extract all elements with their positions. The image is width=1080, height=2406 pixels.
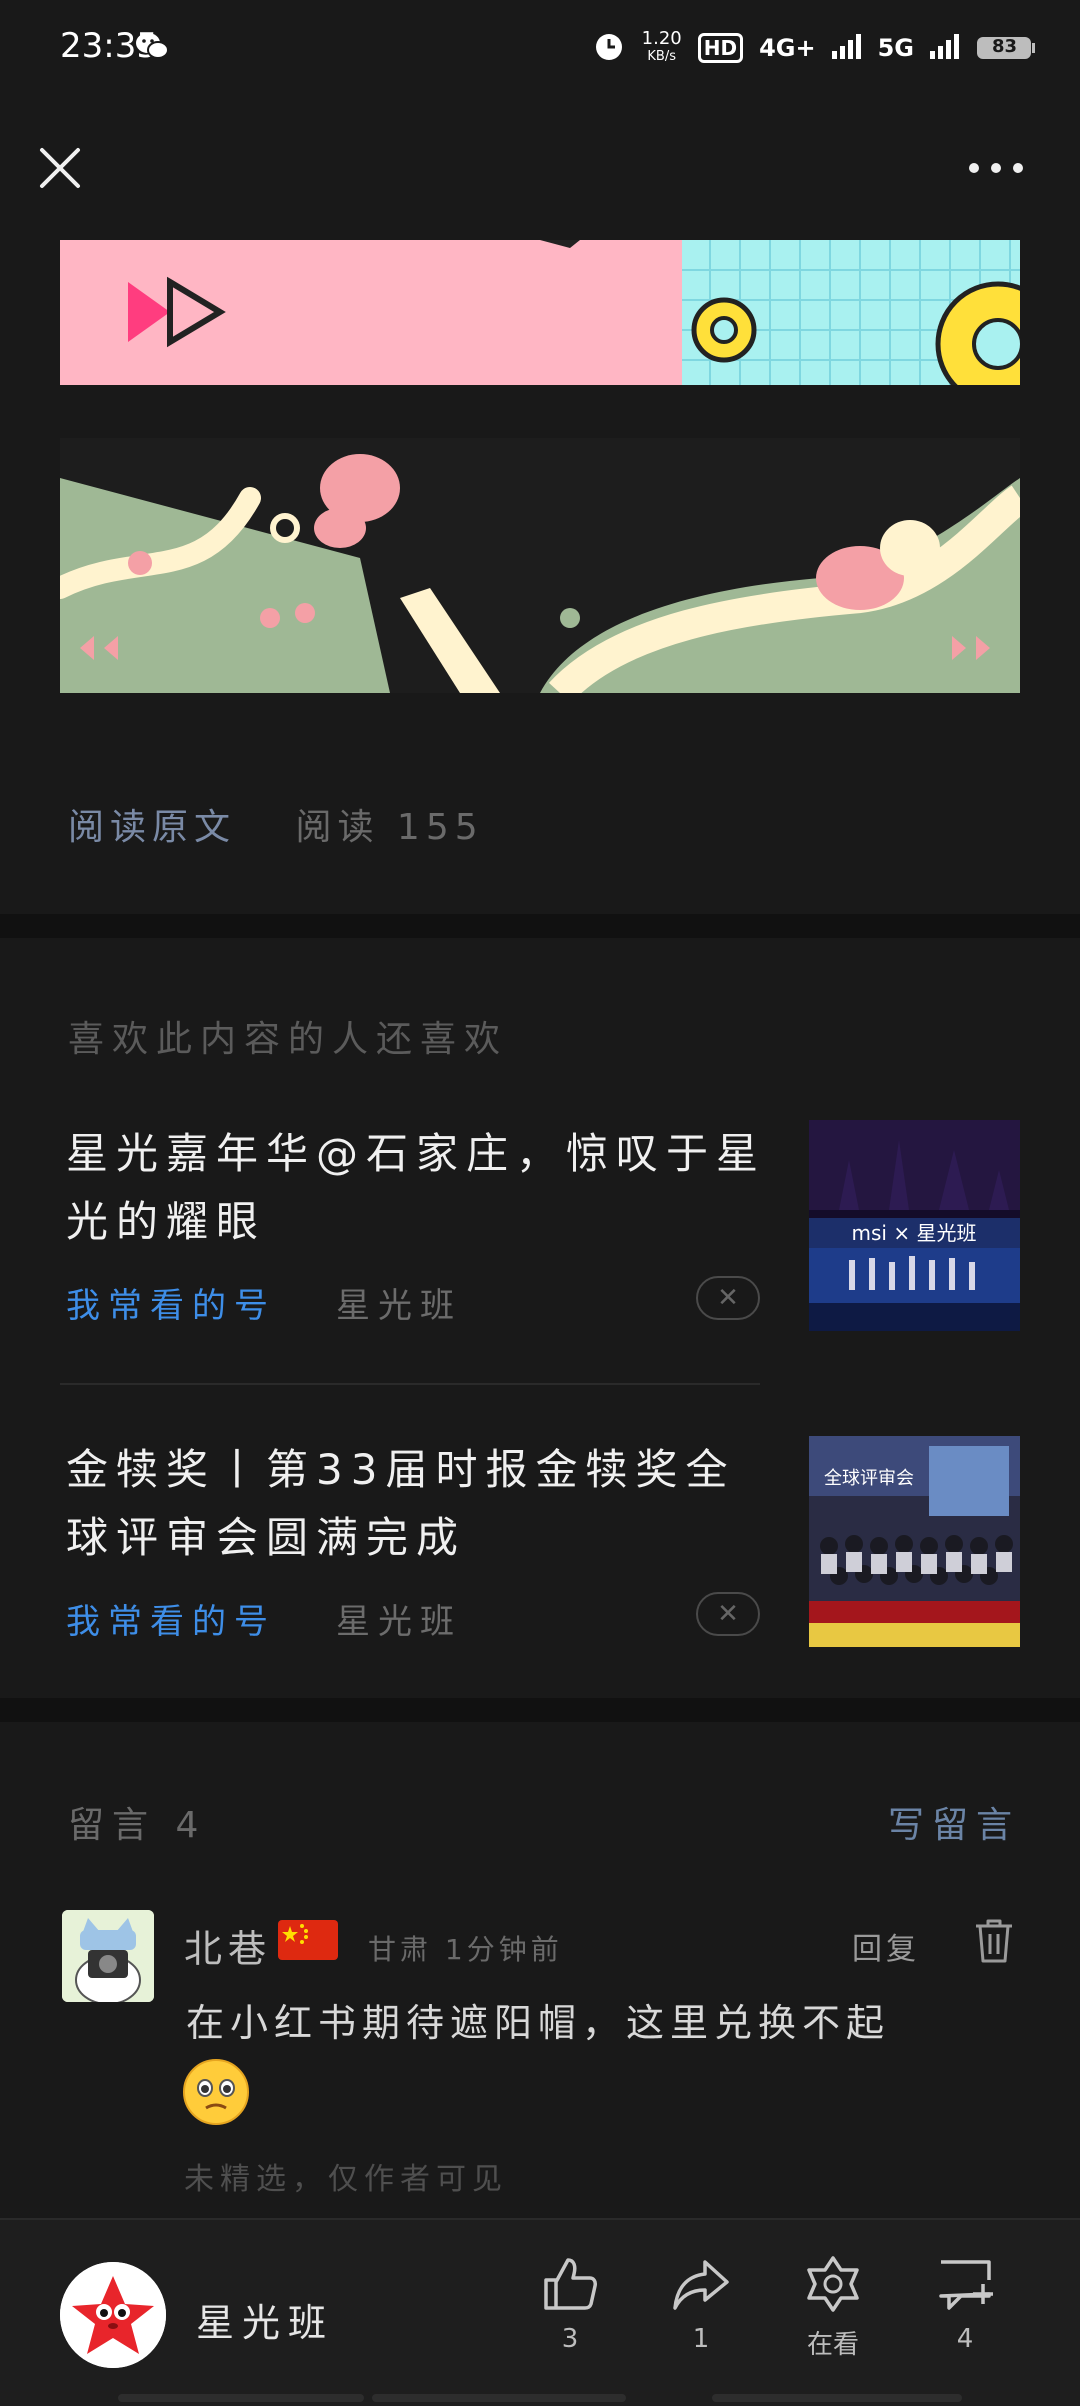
recommend-item-tag: 我常看的号 — [66, 1286, 276, 1326]
network-5g: 5G — [877, 34, 914, 62]
like-count: 3 — [561, 2324, 579, 2354]
china-flag-icon — [278, 1920, 338, 1960]
decorative-banner-top — [60, 240, 1020, 385]
decorative-banner-bottom — [60, 438, 1020, 693]
like-button[interactable]: 3 — [525, 2254, 615, 2354]
recommend-item-thumbnail[interactable]: 全球评审会 — [809, 1436, 1020, 1647]
recommend-title: 喜欢此内容的人还喜欢 — [68, 1019, 509, 1060]
account-name[interactable]: 星光班 — [196, 2292, 334, 2347]
comment-visibility-note: 未精选，仅作者可见 — [184, 2162, 508, 2197]
bottom-indicator — [118, 2394, 364, 2402]
recommend-item-title[interactable]: 星光嘉年华@石家庄，惊叹于星光的耀眼 — [66, 1120, 766, 1256]
account-avatar[interactable] — [60, 2262, 166, 2368]
comment-count: 4 — [956, 2324, 974, 2354]
read-count: 阅读 155 — [295, 807, 484, 848]
status-icons: 1.20 KB/s HD 4G+ 5G 83 — [592, 24, 1036, 72]
commenter-name[interactable]: 北巷 — [184, 1918, 272, 1973]
hd-badge: HD — [697, 33, 744, 63]
close-icon[interactable] — [36, 144, 84, 196]
thumbnail-text: 全球评审会 — [824, 1468, 914, 1489]
recommend-item-thumbnail[interactable]: msi × 星光班 — [809, 1120, 1020, 1331]
recommend-item-source[interactable]: 星光班 — [336, 1594, 462, 1643]
recommend-item[interactable]: 金犊奖丨第33届时报金犊奖全球评审会圆满完成 我常看的号 星光班 ✕ 全球评审会 — [60, 1436, 1020, 1648]
share-count: 1 — [692, 2324, 710, 2354]
network-speed: 1.20 KB/s — [641, 28, 682, 65]
thumbnail-text: msi × 星光班 — [852, 1221, 977, 1245]
dismiss-button[interactable]: ✕ — [696, 1276, 760, 1320]
comment-meta: 甘肃 1分钟前 — [368, 1933, 563, 1966]
signal-icon — [831, 33, 862, 63]
recommend-item[interactable]: 星光嘉年华@石家庄，惊叹于星光的耀眼 我常看的号 星光班 ✕ msi × 星光班 — [60, 1120, 1020, 1332]
comment-add-icon — [939, 2260, 993, 2310]
status-bar: 23:35 1.20 KB/s HD 4G+ 5G 83 — [0, 0, 1080, 96]
dismiss-button[interactable]: ✕ — [696, 1592, 760, 1636]
delete-icon[interactable] — [974, 1918, 1014, 1964]
comment-text: 在小红书期待遮阳帽，这里兑换不起 — [186, 2001, 891, 2045]
section-divider — [0, 1698, 1080, 1722]
share-button[interactable]: 1 — [656, 2254, 746, 2354]
alarm-icon — [592, 29, 626, 67]
bottom-indicator — [712, 2394, 962, 2402]
bottom-indicator — [372, 2394, 626, 2402]
recommend-item-title[interactable]: 金犊奖丨第33届时报金犊奖全球评审会圆满完成 — [66, 1436, 766, 1572]
comment-button[interactable]: 4 — [920, 2254, 1010, 2354]
share-icon — [673, 2260, 729, 2310]
recommend-separator — [60, 1383, 760, 1385]
recommend-item-tag: 我常看的号 — [66, 1602, 276, 1642]
avatar[interactable] — [62, 1910, 154, 2002]
article-meta: 阅读原文 阅读 155 — [68, 798, 484, 850]
battery-icon: 83 — [976, 34, 1036, 62]
recommend-item-source[interactable]: 星光班 — [336, 1278, 462, 1327]
thumbs-up-icon — [544, 2258, 597, 2310]
wow-label: 在看 — [806, 2330, 859, 2360]
section-divider — [0, 914, 1080, 938]
signal-icon-2 — [930, 33, 960, 63]
wechat-icon — [134, 30, 170, 66]
reply-button[interactable]: 回复 — [852, 1924, 920, 1968]
pleading-face-emoji-icon — [182, 2058, 250, 2126]
more-icon[interactable] — [966, 158, 1026, 182]
network-4g: 4G+ — [759, 34, 816, 62]
read-original-link[interactable]: 阅读原文 — [68, 807, 236, 848]
comments-title: 留言 4 — [68, 1805, 207, 1846]
wow-star-icon — [807, 2256, 859, 2312]
write-comment-button[interactable]: 写留言 — [888, 1796, 1020, 1848]
wow-button[interactable]: 在看 — [788, 2254, 878, 2361]
